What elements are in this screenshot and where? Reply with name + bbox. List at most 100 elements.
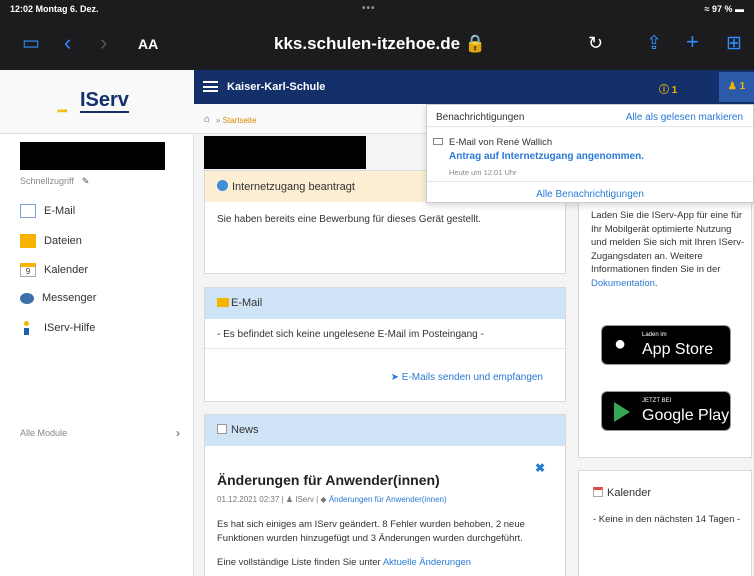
multitasking-dots[interactable]: •••	[362, 3, 376, 14]
sidebar-item-label: Messenger	[42, 292, 97, 305]
sidebar-item-messenger[interactable]: Messenger	[20, 292, 190, 314]
link-label: E-Mails senden und empfangen	[401, 372, 543, 383]
user-icon: ♟	[285, 495, 293, 504]
google-play-icon	[614, 402, 630, 422]
panel-header: E-Mail	[205, 288, 565, 319]
news-icon	[217, 424, 227, 434]
notifications-header: Benachrichtigungen Alle als gelesen mark…	[427, 105, 753, 127]
chat-bubble-icon	[20, 292, 34, 304]
envelope-icon	[217, 298, 229, 307]
app-store-badge[interactable]: ● Laden im App Store	[601, 325, 731, 365]
edit-pencil-icon[interactable]: ✎	[82, 176, 90, 186]
info-badge[interactable]: ⓘ 1	[659, 81, 677, 96]
sidebar-item-help[interactable]: IServ-Hilfe	[20, 321, 190, 343]
notification-time: Heute um 12:01 Uhr	[449, 168, 517, 177]
breadcrumb-trail: » Startseite	[216, 116, 257, 125]
status-time: 12:02 Montag 6. Dez.	[10, 4, 99, 14]
breadcrumb-home-link[interactable]: Startseite	[223, 116, 257, 125]
notifications-title: Benachrichtigungen	[436, 112, 525, 123]
sidebar-item-label: Dateien	[44, 235, 82, 247]
news-meta: 01.12.2021 02:37 | ♟ IServ | ◆ Änderunge…	[217, 495, 447, 504]
appstore-small-text: Laden im	[642, 332, 667, 338]
news-article-title[interactable]: Änderungen für Anwender(innen)	[217, 472, 440, 488]
hamburger-menu-icon[interactable]	[203, 81, 218, 92]
panel-title: Kalender	[607, 487, 652, 499]
quick-access-header: Schnellzugriff ✎	[20, 176, 89, 187]
sidebar-item-label: E-Mail	[44, 205, 76, 217]
notifications-button[interactable]: ♟ 1	[719, 72, 754, 102]
panel-title: Internetzugang beantragt	[232, 181, 355, 193]
calendar-icon	[593, 487, 603, 497]
all-modules-label: Alle Module	[20, 428, 68, 438]
notification-message[interactable]: Antrag auf Internetzugang angenommen.	[449, 151, 644, 162]
news-text: Es hat sich einiges am IServ geändert. 8…	[217, 519, 525, 544]
notification-from: E-Mail von René Wallich	[449, 137, 553, 148]
apple-icon: ●	[614, 333, 627, 355]
panel-title: News	[231, 424, 259, 436]
current-changes-link[interactable]: Aktuelle Änderungen	[383, 557, 471, 568]
panel-body: Sie haben bereits eine Bewerbung für die…	[217, 214, 482, 225]
calendar-icon: 9	[20, 263, 36, 277]
documentation-link[interactable]: Dokumentation	[591, 278, 655, 289]
redacted-user-name	[20, 142, 165, 170]
calendar-panel: Kalender - Keine in den nächsten 14 Tage…	[578, 470, 752, 576]
folder-icon	[20, 234, 36, 248]
reload-icon[interactable]: ↻	[588, 33, 603, 54]
logo-dots: •••	[57, 104, 68, 118]
news-text-more: Eine vollständige Liste finden Sie unter…	[217, 557, 471, 568]
info-count: 1	[671, 85, 678, 96]
notification-item[interactable]: E-Mail von René Wallich Antrag auf Inter…	[427, 127, 753, 182]
iserv-logo[interactable]: ••• IServ	[0, 70, 194, 134]
info-icon	[24, 321, 29, 335]
sidebar-item-email[interactable]: E-Mail	[20, 204, 190, 226]
globe-icon	[217, 180, 228, 191]
sidebar-item-label: IServ-Hilfe	[44, 322, 96, 334]
back-icon[interactable]: ‹	[64, 30, 71, 56]
sidebar-item-calendar[interactable]: 9 Kalender	[20, 263, 190, 285]
news-panel: News ✖ Änderungen für Anwender(innen) 01…	[204, 414, 566, 576]
google-play-badge[interactable]: JETZT BEI Google Play	[601, 391, 731, 431]
address-bar[interactable]: kks.schulen-itzehoe.de 🔒	[230, 34, 530, 54]
news-category-link[interactable]: Änderungen für Anwender(innen)	[329, 495, 447, 504]
all-notifications-link[interactable]: Alle Benachrichtigungen	[427, 189, 753, 200]
app-header: Kaiser-Karl-Schule ⓘ 1 ♟ 1	[194, 70, 754, 104]
home-icon[interactable]: ⌂	[204, 114, 210, 125]
forward-icon[interactable]: ›	[100, 30, 107, 56]
app-download-panel: Laden Sie die IServ-App für eine für Ihr…	[578, 200, 752, 458]
sidebar: ••• IServ Schnellzugriff ✎ E-Mail Dateien…	[0, 70, 194, 576]
notifications-dropdown: Benachrichtigungen Alle als gelesen mark…	[426, 104, 754, 203]
battery-indicator: ≈ 97 % ▬	[704, 4, 744, 14]
news-date: 01.12.2021 02:37 |	[217, 495, 286, 504]
googleplay-big-text: Google Play	[642, 407, 730, 424]
status-bar: 12:02 Montag 6. Dez. ••• ≈ 97 % ▬	[0, 0, 754, 20]
redacted-block	[204, 136, 366, 169]
email-panel: E-Mail - Es befindet sich keine ungelese…	[204, 287, 566, 402]
news-author: IServ	[295, 495, 314, 504]
tag-icon: ◆	[320, 495, 327, 504]
mark-all-read-link[interactable]: Alle als gelesen markieren	[626, 112, 743, 123]
text-size-button[interactable]: AA	[138, 36, 158, 52]
app-info-body: Laden Sie die IServ-App für eine für Ihr…	[591, 210, 745, 275]
app-info-text: Laden Sie die IServ-App für eine für Ihr…	[591, 210, 745, 289]
panel-body: - Es befindet sich keine ungelesene E-Ma…	[205, 319, 565, 349]
quick-access-label: Schnellzugriff	[20, 176, 74, 186]
sidebar-item-files[interactable]: Dateien	[20, 234, 190, 256]
chevron-right-icon: ›	[176, 426, 180, 440]
close-icon[interactable]: ✖	[535, 461, 545, 475]
logo-text: IServ	[80, 89, 129, 113]
news-text-prefix: Eine vollständige Liste finden Sie unter	[217, 557, 383, 568]
panel-title: E-Mail	[231, 297, 263, 309]
notification-count: 1	[739, 81, 746, 92]
new-tab-icon[interactable]: +	[686, 29, 699, 55]
sidebar-toggle-icon[interactable]: ▭	[22, 32, 40, 55]
appstore-big-text: App Store	[642, 341, 714, 358]
share-icon[interactable]: ⇪	[646, 32, 662, 55]
panel-header: Kalender	[593, 487, 651, 499]
mail-icon	[20, 204, 36, 218]
send-receive-email-link[interactable]: ➤ E-Mails senden und empfangen	[391, 372, 543, 383]
googleplay-small-text: JETZT BEI	[642, 398, 672, 404]
envelope-icon	[433, 138, 443, 145]
panel-header: News	[205, 415, 565, 446]
tabs-overview-icon[interactable]: ⊞	[726, 32, 742, 55]
all-modules-link[interactable]: Alle Module ›	[20, 426, 180, 440]
